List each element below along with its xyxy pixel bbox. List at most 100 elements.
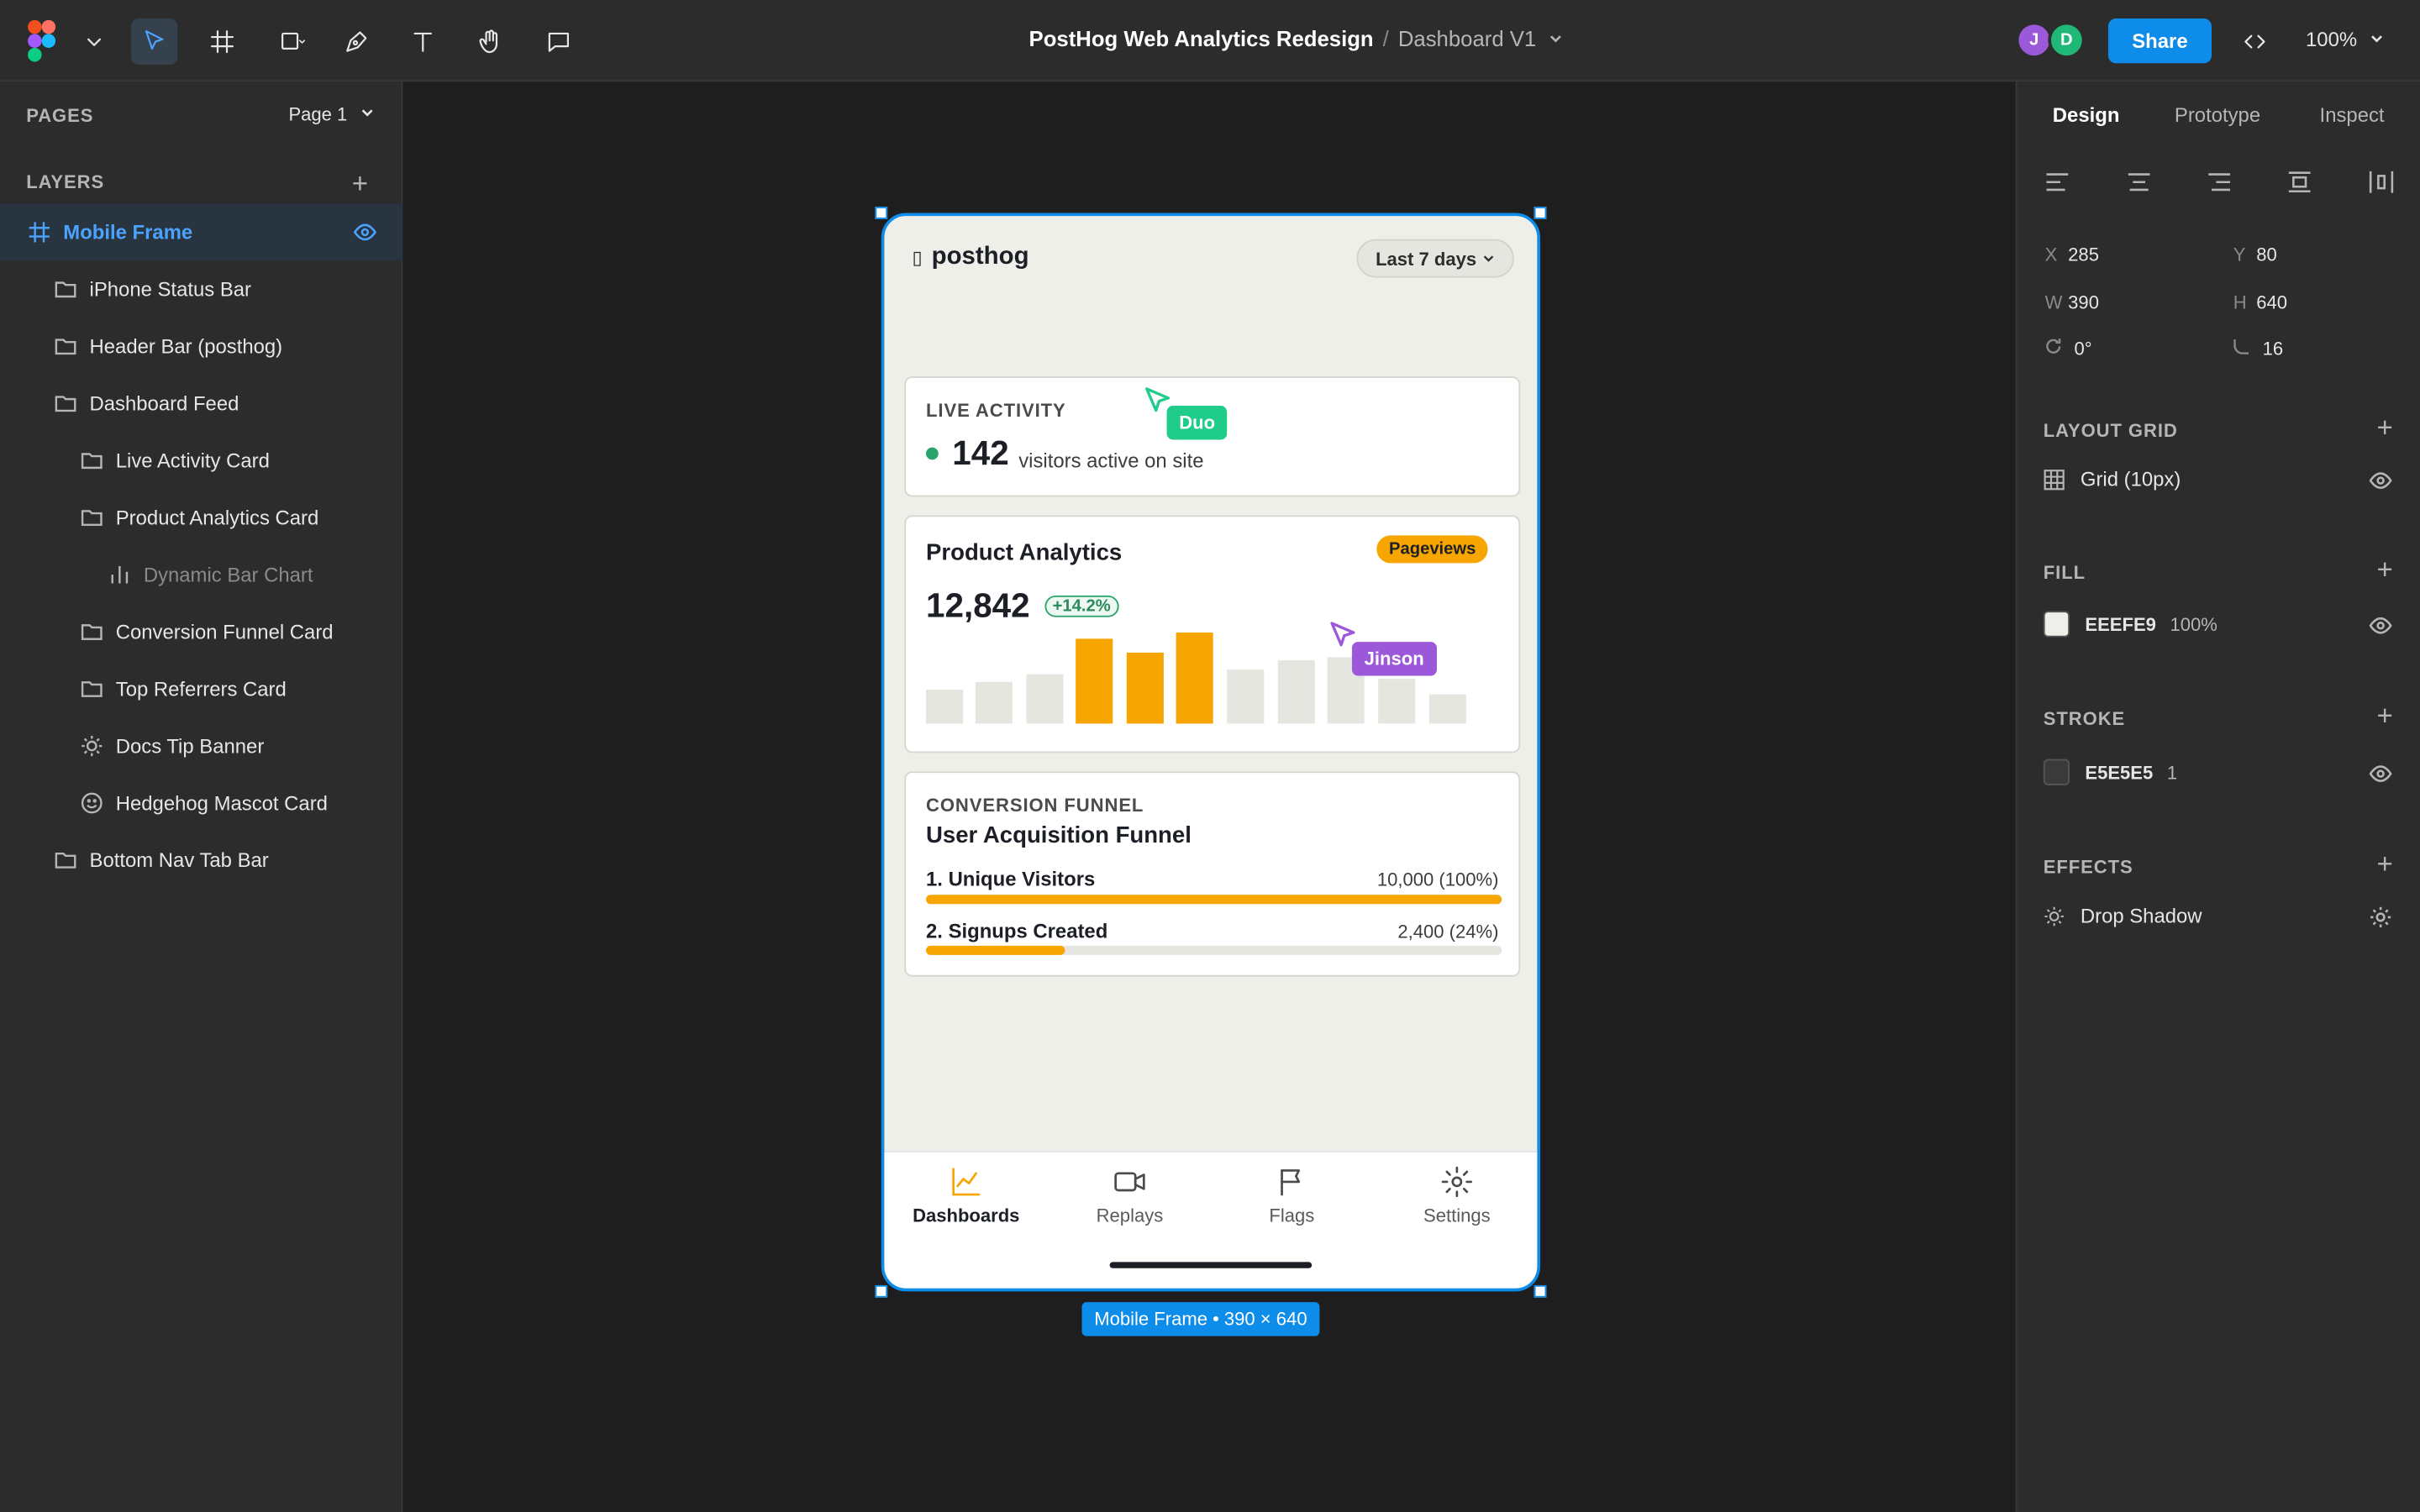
folder-icon xyxy=(52,848,76,872)
funnel-progress-track xyxy=(926,895,1502,905)
fill-row[interactable]: EEEFE9 100% xyxy=(2043,611,2217,638)
conversion-funnel-card[interactable]: CONVERSION FUNNEL User Acquisition Funne… xyxy=(904,771,1521,977)
chart-bar xyxy=(1176,633,1213,724)
x-input[interactable]: 285 xyxy=(2068,244,2099,265)
layer-label: Mobile Frame xyxy=(63,220,193,244)
layer-dynamic-bar-chart[interactable]: Dynamic Bar Chart xyxy=(0,546,402,603)
align-left-icon[interactable] xyxy=(2044,170,2071,194)
date-range-selector[interactable]: Last 7 days xyxy=(1356,239,1514,278)
rotation-input[interactable]: 0° xyxy=(2075,338,2092,360)
layer-hedgehog-mascot-card[interactable]: Hedgehog Mascot Card xyxy=(0,774,402,832)
distribute-icon[interactable] xyxy=(2367,170,2395,194)
resize-handle[interactable] xyxy=(875,1284,888,1298)
tab-inspect[interactable]: Inspect xyxy=(2320,103,2385,127)
avatar[interactable]: J xyxy=(2015,21,2053,59)
corner-radius-input[interactable]: 16 xyxy=(2263,338,2284,360)
product-analytics-card[interactable]: Product Analytics Pageviews 12,842 +14.2… xyxy=(904,515,1521,753)
layer-label: Product Analytics Card xyxy=(115,506,319,529)
tab-dashboards[interactable]: Dashboards xyxy=(897,1165,1035,1226)
logo-text: posthog xyxy=(931,244,1029,270)
resize-handle[interactable] xyxy=(1534,207,1547,219)
page-selector[interactable]: Page 1 xyxy=(288,103,376,125)
folder-icon xyxy=(79,449,103,473)
add-stroke-icon[interactable]: + xyxy=(2377,701,2393,733)
layer-label: Docs Tip Banner xyxy=(115,734,265,758)
stroke-width[interactable]: 1 xyxy=(2167,761,2177,783)
mobile-frame[interactable]: ▯ posthog Last 7 days LIVE ACTIVITY 142 … xyxy=(881,213,1541,1292)
analytics-title: Product Analytics xyxy=(926,539,1123,567)
folder-icon xyxy=(79,619,103,643)
metric-badge[interactable]: Pageviews xyxy=(1376,535,1489,564)
align-vertical-center-icon[interactable] xyxy=(2286,170,2313,194)
add-layer-icon[interactable]: + xyxy=(352,168,368,201)
chart-bar xyxy=(1026,674,1064,724)
stroke-row[interactable]: E5E5E5 1 xyxy=(2043,759,2177,785)
tab-flags[interactable]: Flags xyxy=(1223,1165,1361,1226)
fill-opacity[interactable]: 100% xyxy=(2170,613,2217,635)
align-center-icon[interactable] xyxy=(2125,170,2153,194)
funnel-step-label: 1. Unique Visitors xyxy=(926,867,1096,890)
layer-live-activity-card[interactable]: Live Activity Card xyxy=(0,432,402,489)
zoom-dropdown[interactable]: 100% xyxy=(2306,28,2384,51)
add-fill-icon[interactable]: + xyxy=(2377,554,2393,586)
w-input[interactable]: 390 xyxy=(2068,291,2099,313)
layer-product-analytics-card[interactable]: Product Analytics Card xyxy=(0,489,402,546)
funnel-step-value: 2,400 (24%) xyxy=(1397,921,1499,943)
page-chevron-icon xyxy=(362,109,374,117)
layer-label: Live Activity Card xyxy=(115,449,270,473)
title-chevron-icon[interactable] xyxy=(1549,31,1564,46)
visibility-eye-icon[interactable] xyxy=(353,221,377,249)
effect-row[interactable]: Drop Shadow xyxy=(2044,904,2202,927)
tab-design[interactable]: Design xyxy=(2053,103,2120,127)
code-view-icon[interactable] xyxy=(2232,18,2278,65)
collaborator-name-tag: Jinson xyxy=(1351,642,1437,676)
layer-header-bar[interactable]: Header Bar (posthog) xyxy=(0,318,402,375)
fill-color-swatch[interactable] xyxy=(2043,611,2070,638)
bar-chart-icon xyxy=(107,562,131,586)
fill-visibility-eye-icon[interactable] xyxy=(2369,614,2392,645)
layer-top-referrers-card[interactable]: Top Referrers Card xyxy=(0,660,402,717)
stroke-visibility-eye-icon[interactable] xyxy=(2369,762,2392,793)
folder-icon xyxy=(52,334,76,359)
layer-dashboard-feed[interactable]: Dashboard Feed xyxy=(0,375,402,432)
layer-docs-tip-banner[interactable]: Docs Tip Banner xyxy=(0,717,402,774)
stroke-hex[interactable]: E5E5E5 xyxy=(2085,761,2153,783)
fill-hex[interactable]: EEEFE9 xyxy=(2085,613,2156,635)
align-right-icon[interactable] xyxy=(2206,170,2233,194)
rotation-icon xyxy=(2044,336,2064,360)
add-effect-icon[interactable]: + xyxy=(2377,848,2393,881)
effect-settings-gear-icon[interactable] xyxy=(2369,906,2392,937)
chart-bar xyxy=(1277,660,1315,724)
stroke-color-swatch[interactable] xyxy=(2043,759,2070,785)
collaborator-name-tag: Duo xyxy=(1166,406,1228,440)
gear-icon xyxy=(1441,1166,1473,1198)
grid-row[interactable]: Grid (10px) xyxy=(2044,468,2181,491)
tab-prototype[interactable]: Prototype xyxy=(2175,103,2260,127)
layer-label: Header Bar (posthog) xyxy=(89,334,283,359)
share-button[interactable]: Share xyxy=(2107,18,2212,64)
sun-icon xyxy=(2044,906,2064,926)
current-page: Page 1 xyxy=(288,103,348,125)
grid-visibility-eye-icon[interactable] xyxy=(2369,469,2392,500)
layer-conversion-funnel-card[interactable]: Conversion Funnel Card xyxy=(0,603,402,660)
tab-replays[interactable]: Replays xyxy=(1060,1165,1199,1226)
grid-icon xyxy=(2044,469,2065,490)
layer-label: iPhone Status Bar xyxy=(89,277,252,302)
toolbar: PostHog Web Analytics Redesign / Dashboard… xyxy=(0,0,2420,82)
layer-bottom-nav-tab-bar[interactable]: Bottom Nav Tab Bar xyxy=(0,832,402,889)
layer-iphone-status-bar[interactable]: iPhone Status Bar xyxy=(0,260,402,318)
chart-bar xyxy=(975,681,1013,724)
h-input[interactable]: 640 xyxy=(2256,291,2287,313)
analytics-total: 12,842 xyxy=(926,585,1030,625)
smile-icon xyxy=(79,790,103,815)
resize-handle[interactable] xyxy=(875,207,888,219)
y-input[interactable]: 80 xyxy=(2256,244,2277,265)
zoom-chevron-icon xyxy=(2370,35,2382,43)
layer-mobile-frame[interactable]: Mobile Frame xyxy=(0,203,403,261)
tab-settings[interactable]: Settings xyxy=(1387,1165,1526,1226)
avatar[interactable]: D xyxy=(2048,21,2086,59)
add-grid-icon[interactable]: + xyxy=(2377,412,2393,444)
h-label: H xyxy=(2233,291,2247,313)
chart-bar xyxy=(1428,694,1466,724)
resize-handle[interactable] xyxy=(1534,1284,1547,1298)
